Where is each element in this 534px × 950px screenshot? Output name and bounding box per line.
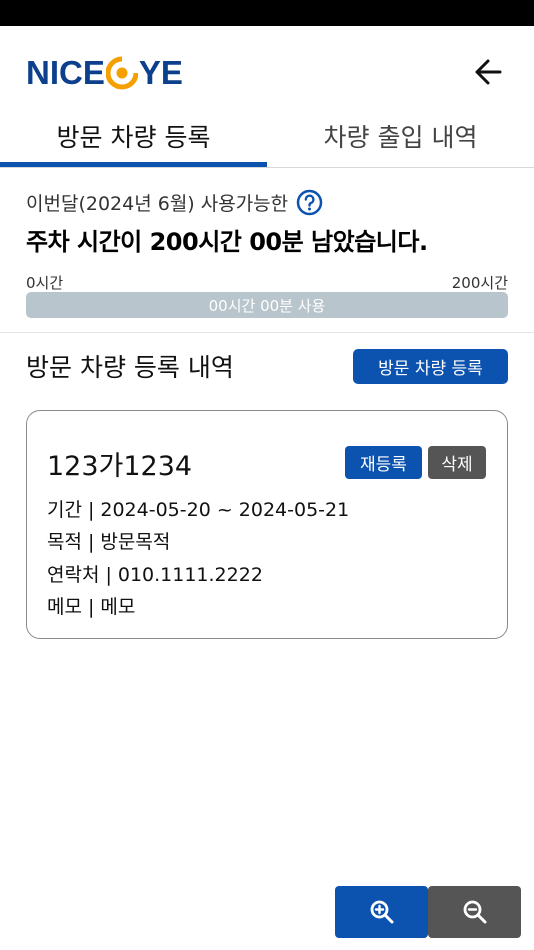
status-bar: [0, 0, 534, 26]
contact-label: 연락처: [47, 564, 100, 586]
logo-text-left: NICE: [26, 54, 105, 91]
zoom-in-button[interactable]: [335, 886, 428, 938]
section-title: 방문 차량 등록 내역: [26, 353, 234, 382]
record-contact: 연락처 | 010.1111.2222: [47, 564, 263, 586]
zoom-out-icon: [463, 900, 486, 924]
record-purpose: 목적 | 방문목적: [47, 531, 171, 553]
remaining-time-headline: 주차 시간이 200시간 00분 남았습니다.: [26, 228, 428, 256]
progress-scale-min: 0시간: [26, 274, 64, 292]
tab-label: 방문 차량 등록: [56, 123, 211, 152]
usage-caption: 이번달(2024년 6월) 사용가능한: [26, 189, 323, 216]
question-circle-icon[interactable]: [296, 189, 323, 216]
license-plate: 123가1234: [47, 451, 193, 482]
delete-button[interactable]: 삭제: [428, 446, 486, 479]
tab-visitor-registration[interactable]: 방문 차량 등록: [0, 110, 267, 168]
re-register-button[interactable]: 재등록: [345, 446, 422, 479]
purpose-label: 목적: [47, 531, 82, 553]
back-button[interactable]: [466, 52, 510, 92]
register-visitor-button[interactable]: 방문 차량 등록: [353, 349, 508, 384]
tab-vehicle-entry-history[interactable]: 차량 출입 내역: [267, 110, 534, 168]
zoom-in-icon: [370, 900, 393, 924]
usage-progress-bar: 00시간 00분 사용: [26, 292, 508, 318]
usage-progress-label: 00시간 00분 사용: [208, 296, 326, 315]
tab-bar: 방문 차량 등록 차량 출입 내역: [0, 110, 534, 168]
purpose-value: 방문목적: [100, 531, 171, 553]
logo-eye-icon: [105, 56, 138, 90]
nice-eye-logo: NICE YE: [26, 53, 183, 93]
record-memo: 메모 | 메모: [47, 596, 136, 618]
arrow-left-icon: [475, 59, 502, 85]
period-value: 2024-05-20 ~ 2024-05-21: [100, 499, 350, 521]
contact-value: 010.1111.2222: [117, 564, 263, 586]
visitor-record-card: 123가1234 재등록 삭제 기간 | 2024-05-20 ~ 2024-05-…: [26, 410, 508, 639]
active-tab-indicator: [0, 162, 267, 167]
progress-scale-max: 200시간: [451, 274, 508, 292]
section-divider: [0, 332, 534, 333]
zoom-out-button[interactable]: [428, 886, 521, 938]
period-label: 기간: [47, 499, 82, 521]
usage-caption-text: 이번달(2024년 6월) 사용가능한: [26, 193, 289, 215]
logo-text-right: YE: [138, 54, 183, 91]
memo-label: 메모: [47, 596, 82, 618]
tab-label: 차량 출입 내역: [323, 123, 478, 152]
record-period: 기간 | 2024-05-20 ~ 2024-05-21: [47, 499, 350, 521]
memo-value: 메모: [100, 596, 136, 618]
app-header: NICE YE: [0, 26, 534, 112]
